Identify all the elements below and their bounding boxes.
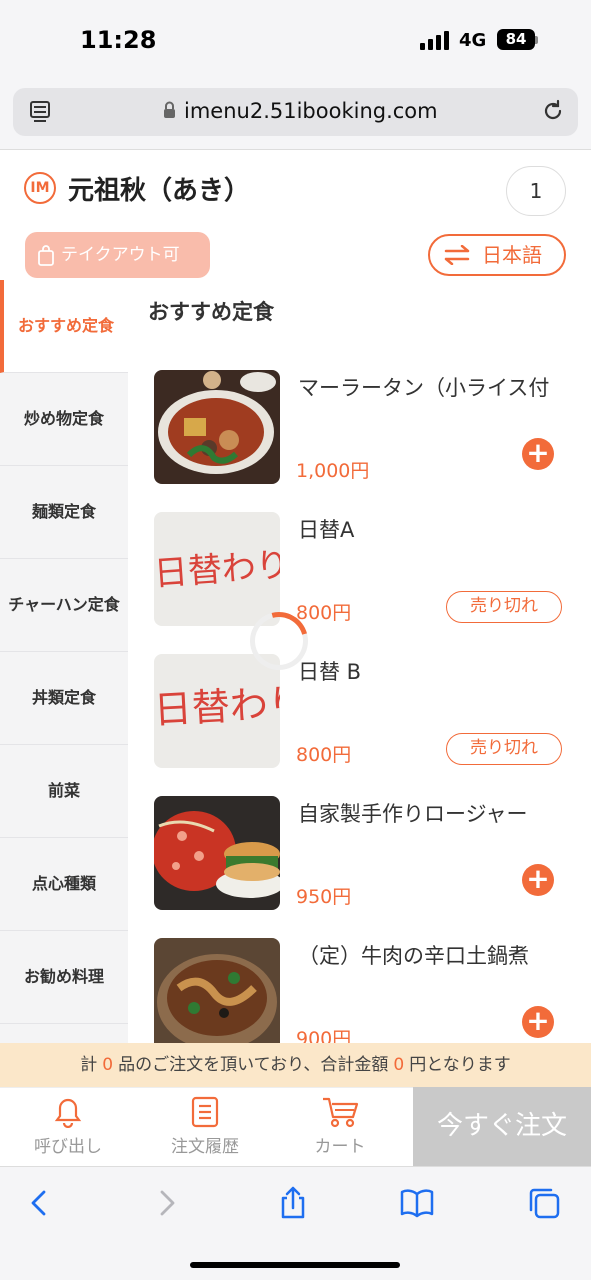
item-name: 自家製手作りロージャー xyxy=(298,802,528,826)
section-title: おすすめ定食 xyxy=(148,300,274,324)
category-sidebar: おすすめ定食 炒め物定食 麺類定食 チャーハン定食 丼類定食 前菜 点心種類 お… xyxy=(0,280,128,1043)
menu-item[interactable]: 自家製手作りロージャー 950円 + xyxy=(154,796,574,912)
signal-icon xyxy=(420,30,452,50)
sold-out-badge: 売り切れ xyxy=(446,591,562,623)
call-label: 呼び出し xyxy=(34,1137,102,1157)
cart-label: カート xyxy=(314,1137,366,1157)
call-staff-button[interactable]: 呼び出し xyxy=(8,1096,128,1157)
summary-prefix: 計 xyxy=(80,1055,98,1075)
url-text[interactable]: imenu2.51ibooking.com xyxy=(184,99,438,123)
photo-handwriting: 日替わり xyxy=(154,544,280,595)
summary-amount: 0 xyxy=(393,1055,405,1075)
item-name: （定）牛肉の辛口土鍋煮 xyxy=(298,944,529,968)
lock-icon xyxy=(164,101,175,118)
add-to-cart-button[interactable]: + xyxy=(522,1006,554,1038)
food-photo[interactable] xyxy=(154,370,280,484)
reload-icon[interactable] xyxy=(541,99,565,123)
bell-icon xyxy=(54,1098,82,1128)
reader-icon[interactable] xyxy=(29,100,51,124)
item-name: マーラータン（小ライス付 xyxy=(298,376,550,400)
receipt-icon xyxy=(191,1096,219,1128)
menu-item[interactable]: マーラータン（小ライス付 1,000円 + xyxy=(154,370,574,486)
category-item[interactable]: おすすめ定食 xyxy=(0,280,128,373)
item-price: 900円 xyxy=(296,1028,352,1043)
item-price: 950円 xyxy=(296,886,352,908)
clock: 11:28 xyxy=(80,26,157,54)
add-to-cart-button[interactable]: + xyxy=(522,864,554,896)
item-price: 800円 xyxy=(296,602,352,624)
item-price: 1,000円 xyxy=(296,460,370,482)
category-item[interactable]: お勧め料理 xyxy=(0,931,128,1024)
back-icon[interactable] xyxy=(22,1186,56,1220)
category-item[interactable]: 麺類定食 xyxy=(0,466,128,559)
menu-item[interactable]: （定）牛肉の辛口土鍋煮 900円 + xyxy=(154,938,574,1043)
bag-icon xyxy=(38,245,54,266)
item-price: 800円 xyxy=(296,744,352,766)
order-history-button[interactable]: 注文履歴 xyxy=(145,1096,265,1157)
category-item[interactable]: 炒め物定食 xyxy=(0,373,128,466)
category-item[interactable]: 丼類定食 xyxy=(0,652,128,745)
food-photo[interactable]: 日替わり xyxy=(154,512,280,626)
summary-middle: 品のご注文を頂いており、合計金額 xyxy=(118,1055,389,1075)
add-to-cart-button[interactable]: + xyxy=(522,438,554,470)
history-label: 注文履歴 xyxy=(171,1137,239,1157)
sold-out-badge: 売り切れ xyxy=(446,733,562,765)
menu-item[interactable]: 日替わり 日替 B 800円 売り切れ xyxy=(154,654,574,770)
swap-icon xyxy=(444,245,470,265)
share-icon[interactable] xyxy=(276,1186,310,1220)
food-photo[interactable] xyxy=(154,796,280,910)
order-now-button[interactable]: 今すぐ注文 xyxy=(413,1087,591,1166)
photo-handwriting: 日替わり xyxy=(154,680,280,733)
menu-item[interactable]: 日替わり 日替A 800円 売り切れ xyxy=(154,512,574,628)
network-label: 4G xyxy=(459,30,487,51)
summary-suffix: 円となります xyxy=(409,1055,511,1075)
category-item[interactable]: 点心種類 xyxy=(0,838,128,931)
restaurant-logo: IM xyxy=(24,172,56,204)
tabs-icon[interactable] xyxy=(527,1186,561,1220)
item-name: 日替 B xyxy=(298,660,362,684)
food-photo[interactable]: 日替わり xyxy=(154,654,280,768)
cart-icon xyxy=(323,1097,359,1128)
home-indicator xyxy=(190,1262,400,1268)
bookmarks-icon[interactable] xyxy=(400,1186,434,1220)
guest-count-button[interactable]: 1 xyxy=(506,166,566,216)
category-item[interactable]: 前菜 xyxy=(0,745,128,838)
battery-icon: 84 xyxy=(497,29,535,50)
summary-count: 0 xyxy=(102,1055,114,1075)
cart-button[interactable]: カート xyxy=(280,1096,400,1157)
forward-icon[interactable] xyxy=(150,1186,184,1220)
item-name: 日替A xyxy=(298,518,355,542)
order-summary: 計 0 品のご注文を頂いており、合計金額 0 円となります xyxy=(0,1043,591,1087)
food-photo[interactable] xyxy=(154,938,280,1043)
restaurant-name: 元祖秋（あき） xyxy=(68,176,251,206)
battery-cap xyxy=(535,36,538,44)
category-item[interactable]: チャーハン定食 xyxy=(0,559,128,652)
